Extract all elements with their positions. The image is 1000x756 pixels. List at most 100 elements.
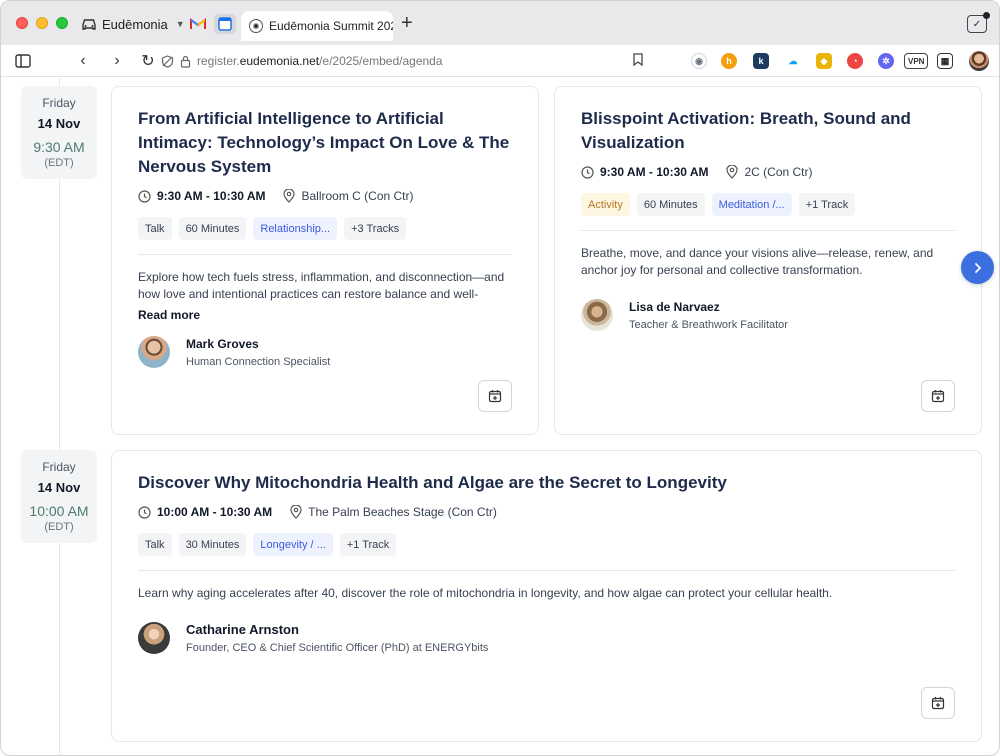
lock-icon (180, 55, 191, 68)
add-to-calendar-button[interactable] (921, 380, 955, 412)
notification-dot (983, 12, 990, 19)
session-description: Explore how tech fuels stress, inflammat… (138, 270, 505, 301)
calendar-app-icon (218, 17, 232, 31)
date-day-month: 14 Nov (37, 480, 81, 495)
session-time: 9:30 AM - 10:30 AM (600, 165, 709, 179)
extension-gear-icon[interactable]: ✲ (878, 53, 894, 69)
speaker-role: Human Connection Specialist (186, 355, 331, 368)
location-pin-icon (726, 165, 739, 179)
reload-button[interactable]: ↻ (138, 51, 158, 71)
session-time: 10:00 AM - 10:30 AM (157, 505, 273, 519)
session-card[interactable]: From Artificial Intelligence to Artifici… (111, 86, 539, 435)
session-card[interactable]: Discover Why Mitochondria Health and Alg… (111, 450, 982, 742)
address-bar[interactable]: register.eudemonia.net/e/2025/embed/agen… (161, 50, 651, 72)
forward-button[interactable]: › (107, 51, 127, 71)
card-divider (581, 230, 955, 231)
date-timezone: (EDT) (44, 521, 74, 533)
add-to-calendar-button[interactable] (921, 687, 955, 719)
session-location: Ballroom C (Con Ctr) (301, 189, 414, 203)
add-to-calendar-button[interactable] (478, 380, 512, 412)
close-window-button[interactable] (16, 17, 28, 29)
tag-track[interactable]: Relationship... (253, 217, 338, 240)
extension-bitwarden-icon[interactable]: k (753, 53, 769, 69)
profile-name: Eudēmonia (102, 16, 168, 32)
extension-owl-icon[interactable]: ◉ (691, 53, 707, 69)
tag-format[interactable]: Talk (138, 217, 172, 240)
extension-cloud-icon[interactable]: ☁ (785, 53, 801, 69)
card-divider (138, 254, 512, 255)
session-card[interactable]: Blisspoint Activation: Breath, Sound and… (554, 86, 982, 435)
session-location: 2C (Con Ctr) (744, 165, 813, 179)
tag-more-tracks[interactable]: +3 Tracks (344, 217, 407, 240)
session-tags: Talk 30 Minutes Longevity / ... +1 Track (138, 533, 955, 556)
speaker-name: Catharine Arnston (186, 622, 299, 637)
speaker[interactable]: Mark Groves Human Connection Specialist (138, 336, 512, 368)
tag-track[interactable]: Longevity / ... (253, 533, 333, 556)
session-date-box: Friday 14 Nov 10:00 AM (EDT) (21, 450, 97, 543)
tab-overview-button[interactable]: ✓ (967, 12, 990, 33)
carousel-next-button[interactable] (961, 251, 994, 284)
tab-active[interactable]: ✺ Eudēmonia Summit 2025, (241, 11, 393, 41)
gift-icon[interactable]: ▦ (937, 53, 953, 69)
back-button[interactable]: ‹ (73, 51, 93, 71)
browser-toolbar: ‹ › ↻ register.eudemonia.net/e/2025/embe… (1, 45, 999, 77)
session-meta: 9:30 AM - 10:30 AM 2C (Con Ctr) (581, 165, 955, 179)
tag-format[interactable]: Talk (138, 533, 172, 556)
pinned-tab-calendar[interactable] (214, 14, 236, 34)
browser-window: Eudēmonia ▼ ✺ Eudēmonia Summit 2025, + ✓… (0, 0, 1000, 756)
session-location: The Palm Beaches Stage (Con Ctr) (308, 505, 497, 519)
new-tab-button[interactable]: + (401, 13, 413, 33)
location-pin-icon (290, 505, 302, 519)
session-meta: 10:00 AM - 10:30 AM The Palm Beaches Sta… (138, 505, 955, 519)
calendar-add-icon (488, 390, 502, 403)
chevron-left-icon: ‹ (80, 52, 86, 69)
session-title[interactable]: From Artificial Intelligence to Artifici… (138, 107, 512, 179)
chevron-right-icon (974, 262, 981, 273)
tag-format[interactable]: Activity (581, 193, 630, 216)
session-title[interactable]: Discover Why Mitochondria Health and Alg… (138, 471, 955, 495)
sidebar-toggle-button[interactable] (13, 51, 33, 71)
speaker[interactable]: Lisa de Narvaez Teacher & Breathwork Fac… (581, 299, 955, 331)
calendar-add-icon (931, 390, 945, 403)
user-avatar[interactable] (969, 51, 989, 71)
gmail-icon (190, 18, 206, 29)
site-favicon-icon: ✺ (249, 19, 263, 33)
tag-more-tracks[interactable]: +1 Track (339, 533, 397, 556)
speaker[interactable]: Catharine Arnston Founder, CEO & Chief S… (138, 622, 955, 654)
speaker-role: Founder, CEO & Chief Scientific Officer … (186, 642, 489, 654)
reload-icon: ↻ (141, 53, 155, 70)
speaker-avatar (138, 622, 170, 654)
session-title[interactable]: Blisspoint Activation: Breath, Sound and… (581, 107, 955, 155)
chevron-down-icon: ▼ (175, 19, 185, 29)
sidebar-icon (15, 54, 31, 68)
extension-puzzle-icon[interactable]: ◆ (816, 53, 832, 69)
speaker-name: Mark Groves (186, 336, 259, 351)
location-pin-icon (283, 189, 296, 203)
profile-switcher[interactable]: Eudēmonia ▼ (81, 14, 185, 34)
tag-duration[interactable]: 30 Minutes (178, 533, 247, 556)
date-timezone: (EDT) (44, 157, 74, 169)
extension-clock-icon[interactable]: ◔ (847, 53, 863, 69)
tab-title: Eudēmonia Summit 2025, (269, 19, 393, 33)
speaker-name: Lisa de Narvaez (629, 299, 720, 314)
extension-vpn-button[interactable]: VPN (904, 53, 929, 69)
clock-icon (138, 505, 151, 519)
session-meta: 9:30 AM - 10:30 AM Ballroom C (Con Ctr) (138, 189, 512, 203)
tag-duration[interactable]: 60 Minutes (636, 193, 705, 216)
extension-honey-icon[interactable]: h (721, 53, 737, 69)
agenda-page: Friday 14 Nov 9:30 AM (EDT) From Artific… (1, 78, 999, 755)
bookmark-button[interactable] (633, 53, 643, 69)
tab-bar: Eudēmonia ▼ ✺ Eudēmonia Summit 2025, + ✓ (1, 1, 999, 45)
clock-icon (581, 165, 594, 179)
calendar-add-icon (931, 697, 945, 710)
clock-icon (138, 189, 151, 203)
tag-track[interactable]: Meditation /... (711, 193, 792, 216)
speaker-avatar (138, 336, 170, 368)
zoom-window-button[interactable] (56, 17, 68, 29)
date-weekday: Friday (42, 460, 76, 474)
pinned-tab-gmail[interactable] (187, 14, 209, 34)
minimize-window-button[interactable] (36, 17, 48, 29)
read-more-link[interactable]: Read more (138, 308, 512, 322)
tag-duration[interactable]: 60 Minutes (178, 217, 247, 240)
tag-more-tracks[interactable]: +1 Track (798, 193, 856, 216)
